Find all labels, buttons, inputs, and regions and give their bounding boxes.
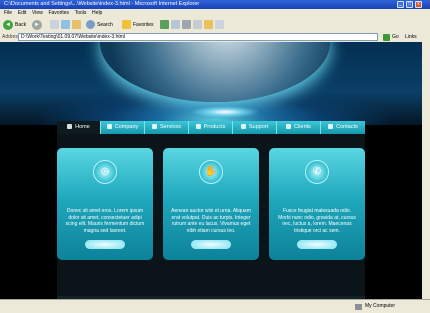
glow-effect <box>190 106 260 118</box>
zone-label: My Computer <box>365 303 396 309</box>
tab-contacts[interactable]: Contacts <box>321 121 365 134</box>
tab-home[interactable]: Home <box>57 121 101 134</box>
card-button[interactable] <box>191 240 231 249</box>
edit-icon[interactable] <box>193 20 202 29</box>
back-button[interactable]: ◄ Back <box>3 19 26 30</box>
tab-label: Clients <box>294 124 311 130</box>
go-arrow-icon <box>383 33 390 41</box>
hand-icon: ✋ <box>199 160 223 184</box>
tab-label: Services <box>159 124 182 130</box>
menu-file[interactable]: File <box>4 9 12 17</box>
maximize-button[interactable]: □ <box>406 1 413 8</box>
card-button[interactable] <box>297 240 337 249</box>
star-icon <box>122 20 131 29</box>
menu-view[interactable]: View <box>32 9 43 17</box>
tab-company[interactable]: Company <box>101 121 145 134</box>
messenger-icon[interactable] <box>215 20 224 29</box>
menu-edit[interactable]: Edit <box>18 9 27 17</box>
tab-support[interactable]: Support <box>233 121 277 134</box>
page-viewport: Home Company Services Products Support C… <box>0 42 430 299</box>
mail-icon[interactable] <box>171 20 180 29</box>
toolbar: ◄ Back ► Search Favorites <box>0 17 430 33</box>
search-button[interactable]: Search <box>86 19 113 30</box>
tab-label: Support <box>248 124 269 130</box>
hero-banner <box>0 42 430 125</box>
tab-label: Home <box>75 124 90 130</box>
forward-arrow-icon: ► <box>32 19 42 30</box>
home-icon <box>67 124 73 130</box>
card-button[interactable] <box>85 240 125 249</box>
products-icon <box>195 124 201 130</box>
tab-label: Company <box>114 124 139 130</box>
back-arrow-icon: ◄ <box>3 19 13 30</box>
card-text: Donec sit amet eros. Lorem ipsum dolor s… <box>65 208 145 234</box>
go-label: Go <box>392 34 399 40</box>
tab-clients[interactable]: Clients <box>277 121 321 134</box>
favorites-label: Favorites <box>133 21 154 28</box>
phone-icon: ✆ <box>305 160 329 184</box>
tab-services[interactable]: Services <box>145 121 189 134</box>
search-label: Search <box>97 21 113 28</box>
window-title: C:\Documents and Settings\...\Website\in… <box>4 1 200 7</box>
tab-label: Products <box>203 124 226 130</box>
extra-buttons <box>160 19 224 30</box>
stop-icon[interactable] <box>50 20 59 29</box>
services-icon <box>151 124 157 130</box>
favorites-button[interactable]: Favorites <box>122 19 154 30</box>
menu-help[interactable]: Help <box>92 9 102 17</box>
site-navigation: Home Company Services Products Support C… <box>57 121 365 134</box>
address-input[interactable]: D:\Work\Testing\01.09.07\Website\index-3… <box>18 33 378 41</box>
menu-favorites[interactable]: Favorites <box>48 9 69 17</box>
back-label: Back <box>15 21 27 28</box>
links-button[interactable]: Links <box>405 33 417 41</box>
minimize-button[interactable]: _ <box>397 1 404 8</box>
support-icon <box>240 124 246 130</box>
clock-icon: ◷ <box>93 160 117 184</box>
go-button[interactable]: Go <box>383 33 399 41</box>
feature-card: ◷ Donec sit amet eros. Lorem ipsum dolor… <box>57 148 153 260</box>
company-icon <box>106 124 112 130</box>
card-text: Aenean auctor wisi et urna. Aliquam erat… <box>171 208 251 234</box>
contacts-icon <box>328 124 334 130</box>
content-area: ◷ Donec sit amet eros. Lorem ipsum dolor… <box>57 134 365 296</box>
feature-card: ✋ Aenean auctor wisi et urna. Aliquam er… <box>163 148 259 260</box>
folder-icon[interactable] <box>204 20 213 29</box>
refresh-icon[interactable] <box>61 20 70 29</box>
status-bar: My Computer <box>0 299 430 313</box>
tab-label: Contacts <box>336 124 358 130</box>
status-zone: My Computer <box>355 300 395 313</box>
vertical-scrollbar[interactable] <box>422 42 430 299</box>
forward-button[interactable]: ► <box>32 19 42 30</box>
computer-icon <box>355 303 362 310</box>
print-icon[interactable] <box>182 20 191 29</box>
search-icon <box>86 20 95 29</box>
menu-tools[interactable]: Tools <box>75 9 87 17</box>
nav-buttons <box>50 19 81 30</box>
clients-icon <box>286 124 292 130</box>
title-bar: C:\Documents and Settings\...\Website\in… <box>0 0 430 9</box>
home-icon[interactable] <box>72 20 81 29</box>
history-icon[interactable] <box>160 20 169 29</box>
card-text: Fusce feugiat malesuada odio. Morbi nunc… <box>278 208 356 234</box>
tab-products[interactable]: Products <box>189 121 233 134</box>
earth-image <box>100 42 330 102</box>
close-button[interactable]: x <box>415 1 422 8</box>
feature-card: ✆ Fusce feugiat malesuada odio. Morbi nu… <box>269 148 365 260</box>
